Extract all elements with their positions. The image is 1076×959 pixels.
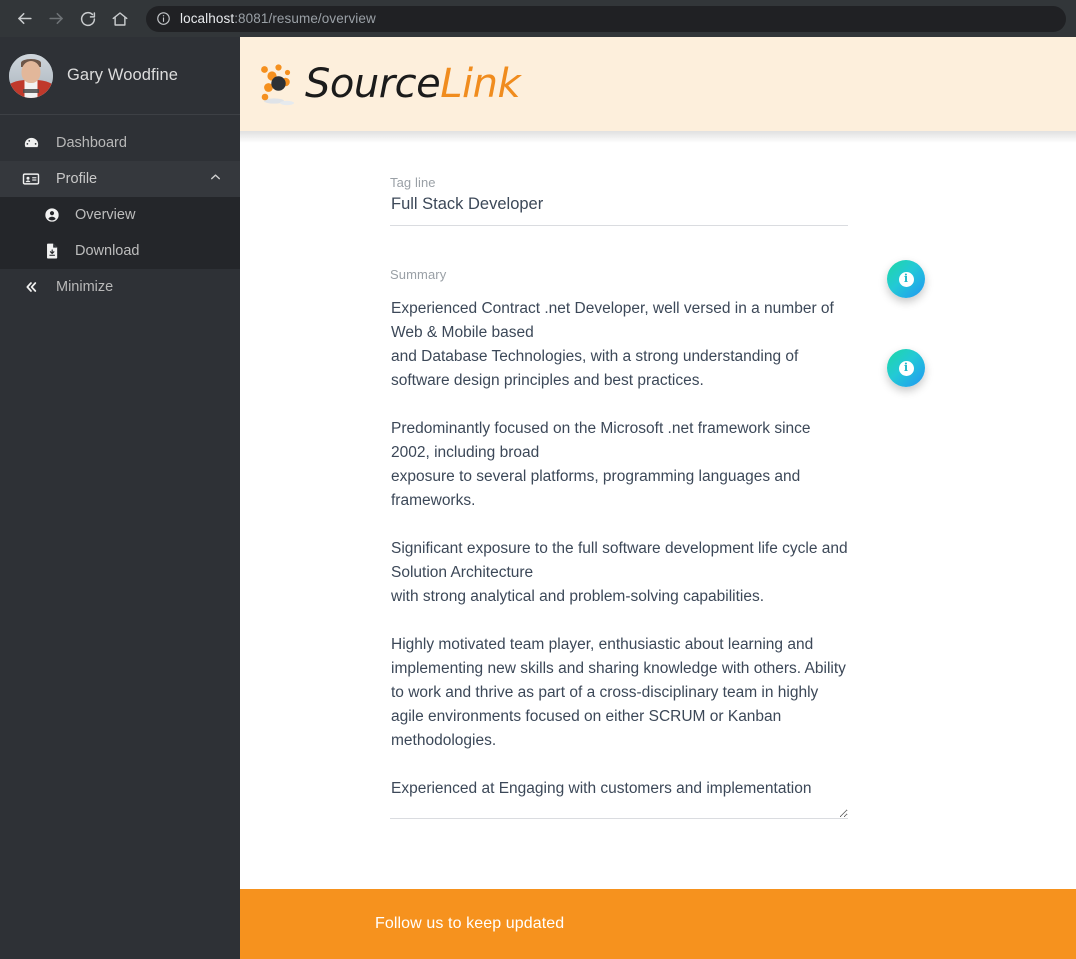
sidebar-item-label-download: Download [75,243,140,259]
info-circle-icon[interactable] [156,11,171,26]
sourcelink-logo[interactable]: SourceLink [257,59,521,109]
summary-textarea[interactable]: Experienced Contract .net Developer, wel… [390,297,848,819]
info-button-tagline[interactable]: i [887,260,925,298]
angle-double-left-icon [20,279,42,295]
tagline-label: Tag line [390,175,436,190]
summary-label: Summary [390,267,447,282]
logo-text-link: Link [440,61,521,107]
sidebar-item-overview[interactable]: Overview [0,197,240,233]
url-path: :8081/resume/overview [234,11,376,26]
tachometer-icon [20,135,42,152]
logo-wordmark: SourceLink [305,61,521,107]
reload-icon [80,11,96,26]
sidebar-submenu-profile: Overview Download [0,197,240,269]
tagline-input[interactable] [390,195,848,226]
sidebar-item-label-dashboard: Dashboard [56,135,127,151]
sidebar-nav: Dashboard Profile Overview Download Mini… [0,115,240,305]
app-header-banner: SourceLink [240,37,1076,143]
url-host: localhost [180,11,235,26]
info-icon: i [898,271,914,287]
avatar [9,53,53,98]
sidebar-user-name: Gary Woodfine [67,66,179,84]
app-root: Gary Woodfine Dashboard Profile Overview… [0,37,1076,959]
app-footer: Follow us to keep updated [240,889,1076,959]
tagline-field-group: Tag line [390,175,848,226]
info-button-summary[interactable]: i [887,349,925,387]
info-icon: i [898,360,914,376]
file-download-icon [42,243,62,259]
sidebar: Gary Woodfine Dashboard Profile Overview… [0,37,240,959]
sidebar-item-label-minimize: Minimize [56,279,114,295]
sidebar-item-profile[interactable]: Profile [0,161,240,197]
content-area: SourceLink Tag line Summary Experienced … [240,37,1076,959]
address-bar[interactable]: localhost:8081/resume/overview [146,5,1066,32]
sidebar-user-block[interactable]: Gary Woodfine [0,37,240,115]
footer-text: Follow us to keep updated [375,915,565,932]
sidebar-item-download[interactable]: Download [0,233,240,269]
home-button[interactable] [106,5,134,33]
user-circle-icon [42,207,62,223]
reload-button[interactable] [74,5,102,33]
resume-overview-form: Tag line Summary Experienced Contract .n… [240,131,1076,931]
back-button[interactable] [10,5,38,33]
arrow-left-icon [17,12,32,25]
sidebar-item-dashboard[interactable]: Dashboard [0,125,240,161]
home-icon [112,11,128,26]
sidebar-item-minimize[interactable]: Minimize [0,269,240,305]
sidebar-item-label-overview: Overview [75,207,136,223]
id-card-icon [20,170,42,188]
logo-text-source: Source [305,61,441,107]
chevron-up-icon[interactable] [209,171,222,188]
arrow-right-icon [48,12,63,25]
dots-logo-icon [261,64,294,106]
forward-button[interactable] [42,5,70,33]
address-bar-text: localhost:8081/resume/overview [180,11,376,26]
summary-field-group: Summary Experienced Contract .net Develo… [390,267,848,819]
sidebar-item-label-profile: Profile [56,171,98,187]
browser-toolbar: localhost:8081/resume/overview [0,0,1076,37]
